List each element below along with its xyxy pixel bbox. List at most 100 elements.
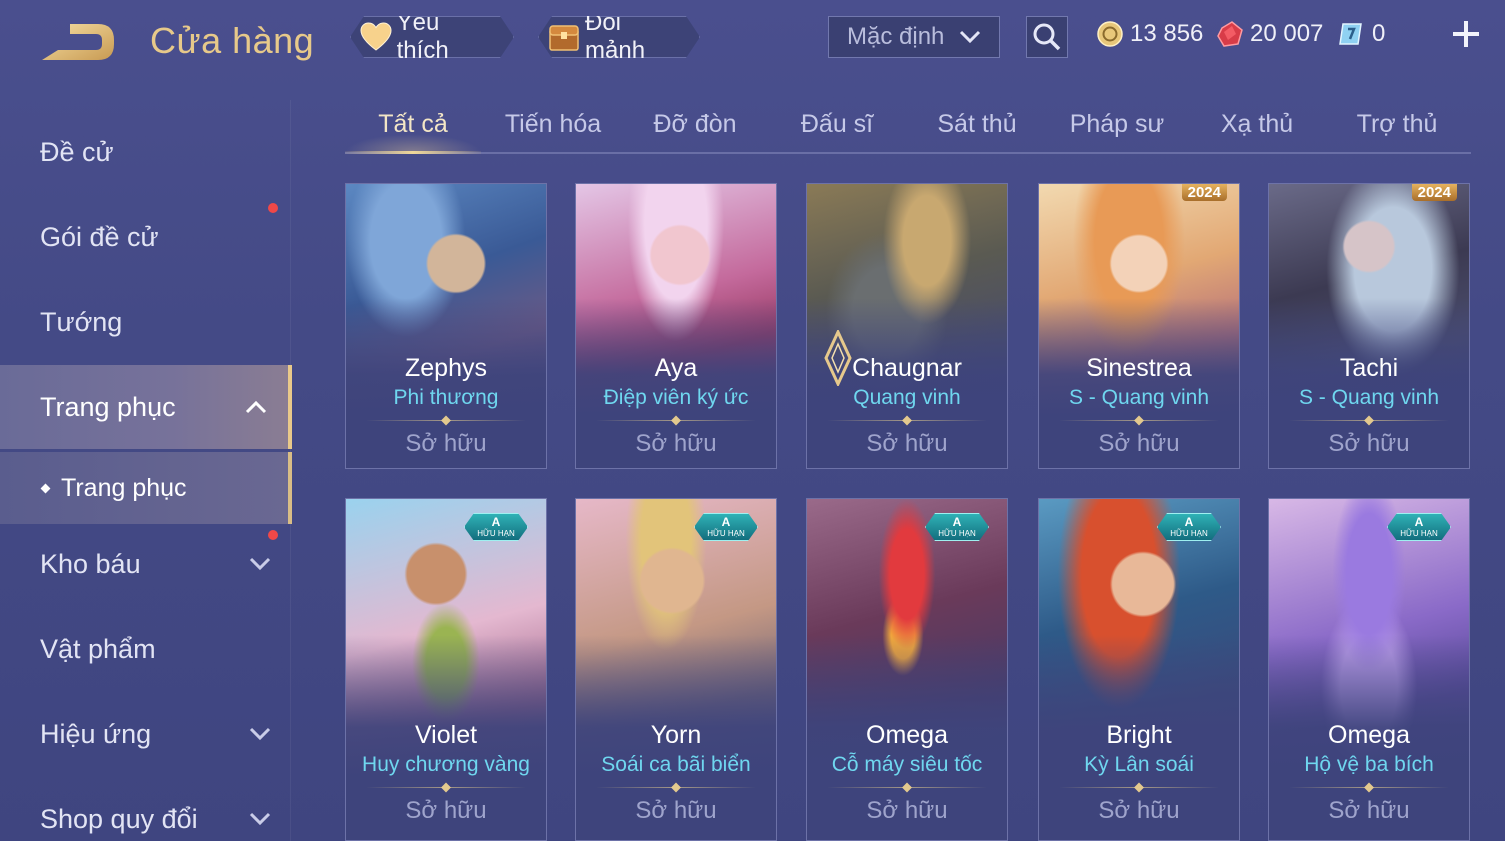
tab-label: Xạ thủ [1220,110,1294,138]
tab-mage[interactable]: Pháp sư [1049,110,1185,152]
hero-name: Chaugnar [852,354,962,382]
skin-card[interactable]: A HỮU HẠN Violet Huy chương vàng Sở hữu [345,498,547,841]
tab-marksman[interactable]: Xạ thủ [1189,110,1325,152]
tab-tank[interactable]: Đỡ đòn [627,110,763,152]
skin-card[interactable]: A HỮU HẠN Omega Cỗ máy siêu tốc Sở hữu [806,498,1008,841]
back-arrow-icon[interactable] [40,18,120,66]
sidebar-item-skins[interactable]: Trang phục [0,365,292,449]
sidebar-item-label: Đề cử [40,136,114,167]
page-title: Cửa hàng [150,20,315,61]
sidebar-item-label: Vật phẩm [40,633,156,664]
skin-card[interactable]: A HỮU HẠN Yorn Soái ca bãi biển Sở hữu [575,498,777,841]
skin-card[interactable]: A HỮU HẠN Bright Kỳ Lân soái Sở hữu [1038,498,1240,841]
tab-label: Đấu sĩ [800,110,874,138]
tab-label: Đỡ đòn [653,110,737,138]
hero-name: Omega [1328,721,1410,749]
hero-name: Yorn [650,721,702,749]
year-badge: 2024 [1411,184,1457,201]
tab-assassin[interactable]: Sát thủ [909,110,1045,152]
skin-card[interactable]: Chaugnar Quang vinh Sở hữu [806,183,1008,469]
year-badge: 2024 [1181,184,1227,201]
sidebar: Đề cử Gói đề cử Tướng Trang phục Trang p… [0,100,292,841]
favorites-button[interactable]: Yêu thích [350,16,514,58]
badge-text: HỮU HẠN [938,529,976,538]
sidebar-item-treasure[interactable]: Kho báu [0,522,292,606]
skin-card[interactable]: 2024 Tachi S - Quang vinh Sở hữu [1268,183,1470,469]
tab-all[interactable]: Tất cả [345,110,481,152]
ownership-status: Sở hữu [635,797,717,824]
ownership-status: Sở hữu [405,430,487,457]
favorites-label: Yêu thích [396,9,449,64]
sidebar-item-heroes[interactable]: Tướng [0,280,292,364]
voucher-amount: 0 [1372,20,1386,47]
skin-card[interactable]: Aya Điệp viên ký ức Sở hữu [575,183,777,469]
sort-value: Mặc định [847,23,945,50]
sidebar-item-effects[interactable]: Hiệu ứng [0,692,292,776]
ownership-status: Sở hữu [1328,430,1410,457]
ownership-status: Sở hữu [635,430,717,457]
sidebar-item-recommended[interactable]: Đề cử [0,110,292,194]
badge-letter: A [1414,515,1424,529]
skin-card[interactable]: 2024 Sinestrea S - Quang vinh Sở hữu [1038,183,1240,469]
skin-name: Quang vinh [853,386,961,409]
chevron-down-icon [249,557,271,571]
sort-dropdown[interactable]: Mặc định [828,16,1000,58]
ownership-status: Sở hữu [866,797,948,824]
hero-name: Omega [866,721,948,749]
limited-a-badge: A HỮU HẠN [464,513,528,541]
ownership-status: Sở hữu [1098,430,1180,457]
treasure-chest-icon [547,20,581,54]
voucher-balance: 0 [1338,18,1385,50]
chevron-down-icon [249,812,271,826]
ownership-status: Sở hữu [866,430,948,457]
tab-label: Trợ thủ [1356,110,1438,138]
limited-a-badge: A HỮU HẠN [694,513,758,541]
badge-letter: A [1184,515,1194,529]
badge-text: HỮU HẠN [1170,529,1208,538]
sidebar-item-items[interactable]: Vật phẩm [0,607,292,691]
chevron-down-icon [959,30,981,44]
tab-label: Tiến hóa [504,110,602,138]
badge-letter: A [952,515,962,529]
hero-name: Bright [1106,721,1172,749]
tab-fighter[interactable]: Đấu sĩ [769,110,905,152]
skin-name: Cỗ máy siêu tốc [831,753,983,776]
sidebar-item-label: Tướng [40,306,123,337]
skin-name: Kỳ Lân soái [1084,753,1194,776]
shard-exchange-button[interactable]: Đổi mảnh [538,16,700,58]
ruby-icon [1217,21,1243,47]
skin-name: Hộ vệ ba bích [1304,753,1434,776]
skin-card[interactable]: A HỮU HẠN Omega Hộ vệ ba bích Sở hữu [1268,498,1470,841]
plus-icon[interactable] [1448,16,1484,52]
sidebar-subitem-skins[interactable]: Trang phục [0,452,292,524]
sidebar-item-recommended-packs[interactable]: Gói đề cử [0,195,292,279]
tab-label: Tất cả [378,110,448,138]
bullet-icon [40,483,51,493]
search-button[interactable] [1026,16,1068,58]
sidebar-item-label: Shop quy đổi [40,803,198,834]
badge-letter: A [491,515,501,529]
gold-balance: 13 856 [1096,18,1203,50]
skin-card[interactable]: Zephys Phi thương Sở hữu [345,183,547,469]
chevron-up-icon [245,400,267,414]
tab-support[interactable]: Trợ thủ [1329,110,1465,152]
skin-name: Điệp viên ký ức [603,386,749,409]
notification-dot [268,203,278,213]
skin-name: S - Quang vinh [1068,386,1210,409]
gold-coin-icon [1097,21,1123,47]
badge-letter: A [721,515,731,529]
sidebar-item-exchange-shop[interactable]: Shop quy đổi [0,777,292,841]
tab-evolution[interactable]: Tiến hóa [485,110,621,152]
badge-text: HỮU HẠN [477,529,515,538]
hero-name: Aya [654,354,698,382]
heart-icon [359,20,393,54]
skin-name: S - Quang vinh [1298,386,1440,409]
sidebar-subitem-label: Trang phục [61,473,187,502]
tab-label: Pháp sư [1069,110,1165,138]
skin-name: Soái ca bãi biển [601,753,751,776]
skin-name: Huy chương vàng [362,753,530,776]
ruby-amount: 20 007 [1250,20,1324,47]
voucher-icon [1339,23,1362,45]
ownership-status: Sở hữu [405,797,487,824]
hero-name: Tachi [1339,354,1399,382]
